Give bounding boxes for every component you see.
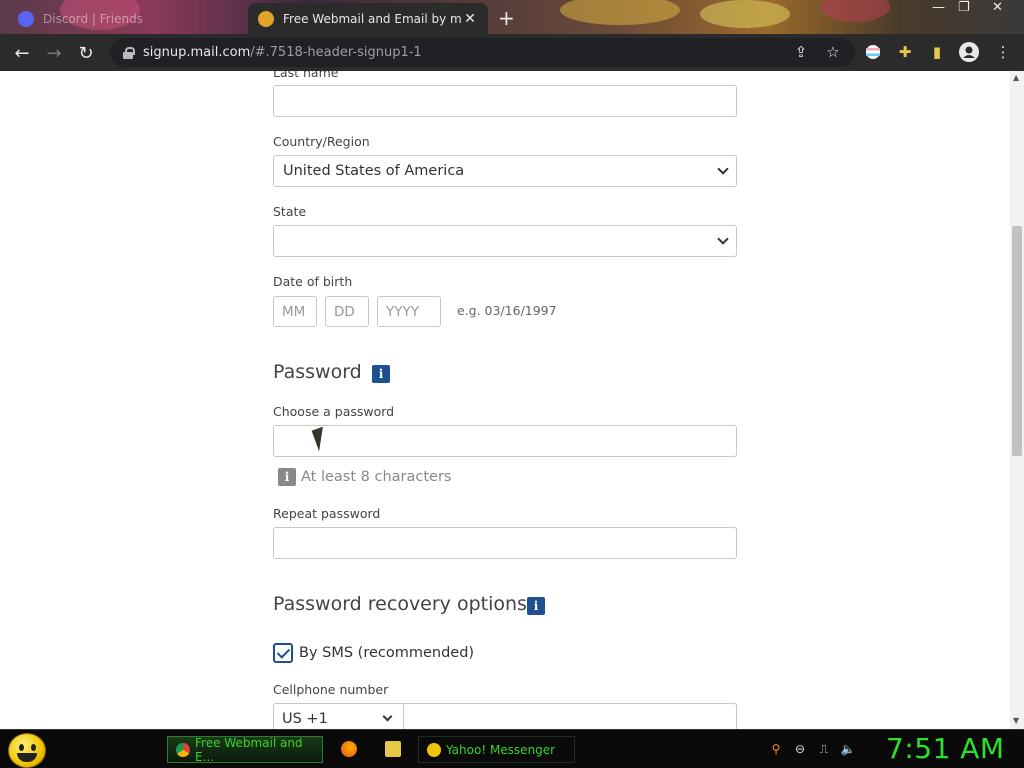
menu-kebab-icon[interactable]: ⋮ [993, 42, 1013, 62]
country-select[interactable]: United States of America [273, 155, 737, 187]
network-icon[interactable]: ⎍ [816, 741, 832, 757]
sms-option[interactable]: By SMS (recommended) [273, 643, 474, 663]
taskbar: Free Webmail and E... Yahoo! Messenger ⚲… [0, 729, 1024, 768]
minimize-icon[interactable]: — [932, 0, 945, 15]
chevron-down-icon [382, 711, 393, 722]
lock-icon [123, 46, 135, 59]
state-label: State [273, 204, 307, 219]
tab-mailcom[interactable]: Free Webmail and Email by mail ✕ [248, 3, 488, 34]
search-tray-icon[interactable]: ⚲ [768, 741, 784, 757]
dob-hint: e.g. 03/16/1997 [457, 303, 557, 318]
country-label: Country/Region [273, 134, 370, 149]
close-window-icon[interactable]: ✕ [992, 0, 1003, 15]
task-label: Free Webmail and E... [195, 735, 303, 764]
choose-password-label: Choose a password [273, 404, 395, 419]
repeat-password-input[interactable] [273, 527, 737, 559]
yahoo-messenger-icon [427, 742, 441, 757]
password-hint-text: At least 8 characters [301, 469, 452, 485]
new-tab-button[interactable]: + [498, 6, 515, 30]
last-name-label: Last name [273, 71, 339, 80]
dob-label: Date of birth [273, 274, 353, 289]
taskbar-yahoo-messenger[interactable]: Yahoo! Messenger [418, 736, 575, 763]
extensions-puzzle-icon[interactable]: ✚ [895, 42, 915, 62]
info-icon: i [278, 468, 296, 486]
sms-label: By SMS (recommended) [299, 645, 475, 661]
recovery-info-icon[interactable]: i [527, 597, 545, 615]
dob-month-input[interactable]: MM [273, 296, 317, 327]
tab-close-icon[interactable]: ✕ [462, 11, 478, 27]
reload-icon[interactable]: ↻ [74, 41, 98, 65]
dob-year-input[interactable]: YYYY [377, 296, 441, 327]
state-select[interactable] [273, 225, 737, 257]
signup-page: Last name Country/Region United States o… [0, 71, 1010, 729]
password-input[interactable] [273, 425, 737, 457]
scroll-up-arrow-icon[interactable]: ▲ [1013, 73, 1019, 82]
last-name-input[interactable] [273, 85, 737, 117]
extension-flag-icon[interactable] [863, 42, 883, 62]
address-bar[interactable]: signup.mail.com/#.7518-header-signup1-1 [110, 38, 855, 67]
tab-title: Free Webmail and Email by mail [283, 11, 462, 26]
taskbar-chrome-window[interactable]: Free Webmail and E... [167, 735, 323, 764]
status-tray-icon[interactable]: ⊖ [792, 741, 808, 757]
side-panel-icon[interactable]: ▮ [927, 42, 947, 62]
share-icon[interactable]: ⇪ [791, 42, 811, 62]
tab-discord[interactable]: Discord | Friends [8, 3, 243, 34]
chevron-down-icon [717, 233, 729, 245]
forward-arrow-icon[interactable]: → [42, 41, 66, 65]
back-arrow-icon[interactable]: ← [10, 41, 34, 65]
bookmark-star-icon[interactable]: ☆ [823, 42, 843, 62]
chrome-icon [176, 742, 190, 757]
password-info-icon[interactable]: i [372, 365, 390, 383]
folder-icon[interactable] [385, 741, 401, 757]
cellphone-input[interactable] [404, 703, 737, 729]
country-code-value: US +1 [282, 711, 328, 727]
url-text: signup.mail.com/#.7518-header-signup1-1 [143, 45, 422, 60]
profile-avatar-icon[interactable] [959, 42, 979, 62]
sms-checkbox[interactable] [273, 643, 293, 663]
tab-title: Discord | Friends [43, 11, 143, 26]
cellphone-label: Cellphone number [273, 682, 389, 697]
country-code-select[interactable]: US +1 [273, 703, 404, 729]
task-label: Yahoo! Messenger [446, 742, 556, 757]
page-scrollbar[interactable]: ▲ ▼ [1010, 71, 1024, 729]
password-hint: i At least 8 characters [278, 468, 451, 486]
start-smiley-icon[interactable] [8, 733, 46, 768]
browser-toolbar: ← → ↻ signup.mail.com/#.7518-header-sign… [0, 34, 1024, 71]
discord-icon [18, 10, 34, 27]
password-heading: Password [273, 361, 362, 383]
country-value: United States of America [283, 163, 465, 179]
clock: 7:51 AM [886, 732, 1005, 765]
recovery-heading: Password recovery options [273, 593, 527, 615]
scroll-down-arrow-icon[interactable]: ▼ [1013, 716, 1019, 725]
restore-icon[interactable]: ❐ [958, 0, 970, 15]
volume-icon[interactable]: 🔈 [840, 741, 856, 757]
browser-tab-strip: Discord | Friends Free Webmail and Email… [0, 0, 1024, 34]
dob-day-input[interactable]: DD [325, 296, 369, 327]
repeat-password-label: Repeat password [273, 506, 381, 521]
chevron-down-icon [717, 163, 729, 175]
mailcom-icon [258, 10, 274, 27]
scrollbar-thumb[interactable] [1012, 226, 1022, 456]
firefox-icon[interactable] [341, 741, 357, 757]
